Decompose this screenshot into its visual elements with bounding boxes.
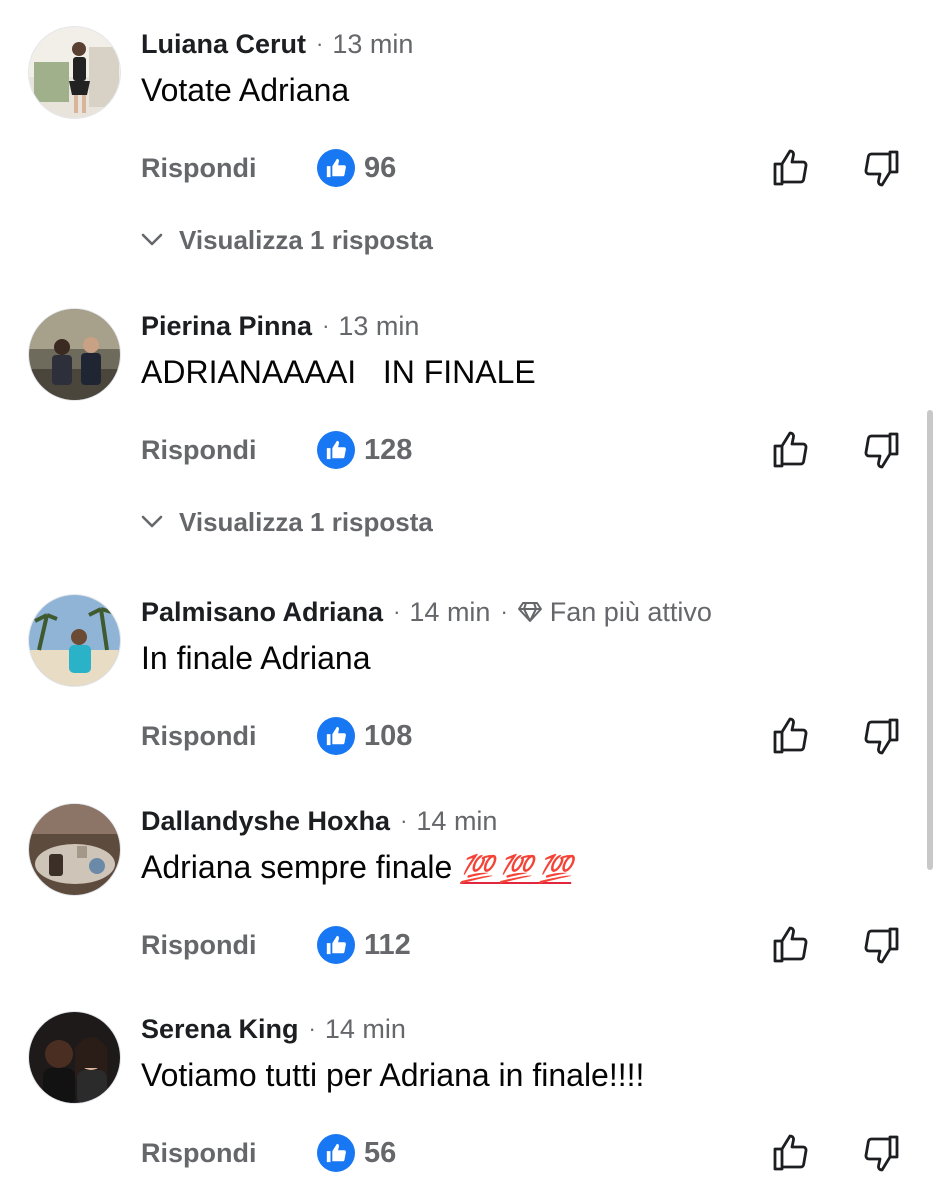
comment-header: Pierina Pinna · 13 min: [141, 308, 419, 344]
comment-time[interactable]: 14 min: [325, 1014, 406, 1045]
author-name[interactable]: Luiana Cerut: [141, 29, 306, 60]
avatar[interactable]: [28, 26, 121, 119]
thumbs-up-icon[interactable]: [771, 923, 811, 967]
like-badge-icon: [317, 1134, 355, 1172]
comment-actions: Rispondi 128: [141, 428, 921, 472]
like-badge-icon: [317, 926, 355, 964]
avatar-photo: [29, 309, 120, 400]
avatar[interactable]: [28, 308, 121, 401]
avatar[interactable]: [28, 803, 121, 896]
comment-header: Palmisano Adriana · 14 min · Fan più att…: [141, 594, 712, 630]
comment-time[interactable]: 13 min: [338, 311, 419, 342]
reaction-summary[interactable]: 112: [317, 925, 411, 965]
comment-text: In finale Adriana: [141, 640, 371, 676]
comment-actions: Rispondi 112: [141, 923, 921, 967]
separator-dot: ·: [400, 808, 408, 833]
thumbs-down-icon[interactable]: [861, 1131, 901, 1175]
separator-dot: ·: [393, 599, 401, 624]
top-fan-label: Fan più attivo: [549, 596, 712, 627]
avatar[interactable]: [28, 1011, 121, 1104]
comment-time[interactable]: 14 min: [409, 597, 490, 628]
like-count: 108: [364, 719, 413, 752]
reaction-summary[interactable]: 108: [317, 716, 412, 756]
reply-button[interactable]: Rispondi: [141, 146, 257, 190]
thumbs-down-icon[interactable]: [861, 923, 901, 967]
comment-text: Votate Adriana: [141, 72, 350, 108]
avatar-photo: [29, 27, 120, 118]
reaction-summary[interactable]: 56: [317, 1133, 396, 1173]
diamond-icon: [517, 602, 542, 622]
comment-actions: Rispondi 56: [141, 1131, 921, 1175]
like-badge-icon: [317, 431, 355, 469]
thumbs-up-icon[interactable]: [771, 714, 811, 758]
reply-button[interactable]: Rispondi: [141, 1131, 257, 1175]
thumbs-down-icon[interactable]: [861, 428, 901, 472]
thumbs-down-icon[interactable]: [861, 146, 901, 190]
avatar-photo: [29, 595, 120, 686]
comment-actions: Rispondi 108: [141, 714, 921, 758]
avatar[interactable]: [28, 594, 121, 687]
chevron-down-icon: [141, 515, 163, 528]
author-name[interactable]: Palmisano Adriana: [141, 597, 383, 628]
like-badge-icon: [317, 717, 355, 755]
comment-header: Serena King · 14 min: [141, 1011, 406, 1047]
view-replies-link[interactable]: Visualizza 1 risposta: [141, 504, 433, 540]
separator-dot: ·: [500, 599, 508, 624]
comment-time[interactable]: 14 min: [416, 806, 497, 837]
author-name[interactable]: Pierina Pinna: [141, 311, 312, 342]
separator-dot: ·: [316, 31, 324, 56]
avatar-photo: [29, 804, 120, 895]
avatar-photo: [29, 1012, 120, 1103]
comment-time[interactable]: 13 min: [332, 29, 413, 60]
like-count: 96: [364, 151, 397, 184]
reaction-summary[interactable]: 128: [317, 430, 412, 470]
top-fan-badge: Fan più attivo: [517, 597, 712, 628]
comment-text-body: Adriana sempre finale: [141, 849, 453, 885]
reaction-summary[interactable]: 96: [317, 148, 396, 188]
like-badge-icon: [317, 149, 355, 187]
like-count: 112: [364, 928, 411, 961]
author-name[interactable]: Dallandyshe Hoxha: [141, 806, 390, 837]
thumbs-up-icon[interactable]: [771, 428, 811, 472]
comment-header: Luiana Cerut · 13 min: [141, 26, 413, 62]
reply-button[interactable]: Rispondi: [141, 714, 257, 758]
reply-button[interactable]: Rispondi: [141, 923, 257, 967]
like-count: 128: [364, 433, 413, 466]
view-replies-label: Visualizza 1 risposta: [179, 506, 433, 537]
hundred-points-emoji: 💯 💯 💯: [460, 854, 572, 884]
view-replies-link[interactable]: Visualizza 1 risposta: [141, 222, 433, 258]
thumbs-down-icon[interactable]: [861, 714, 901, 758]
comment-actions: Rispondi 96: [141, 146, 921, 190]
view-replies-label: Visualizza 1 risposta: [179, 224, 433, 255]
author-name[interactable]: Serena King: [141, 1014, 299, 1045]
comment-text: Adriana sempre finale 💯 💯 💯: [141, 849, 572, 886]
thumbs-up-icon[interactable]: [771, 1131, 811, 1175]
like-count: 56: [364, 1136, 397, 1169]
comment-text: ADRIANAAAAI IN FINALE: [141, 354, 536, 390]
separator-dot: ·: [308, 1016, 316, 1041]
scrollbar[interactable]: [927, 410, 933, 870]
reply-button[interactable]: Rispondi: [141, 428, 257, 472]
thumbs-up-icon[interactable]: [771, 146, 811, 190]
comment-header: Dallandyshe Hoxha · 14 min: [141, 803, 497, 839]
chevron-down-icon: [141, 233, 163, 246]
separator-dot: ·: [322, 313, 330, 338]
comment-text: Votiamo tutti per Adriana in finale!!!!: [141, 1057, 645, 1093]
